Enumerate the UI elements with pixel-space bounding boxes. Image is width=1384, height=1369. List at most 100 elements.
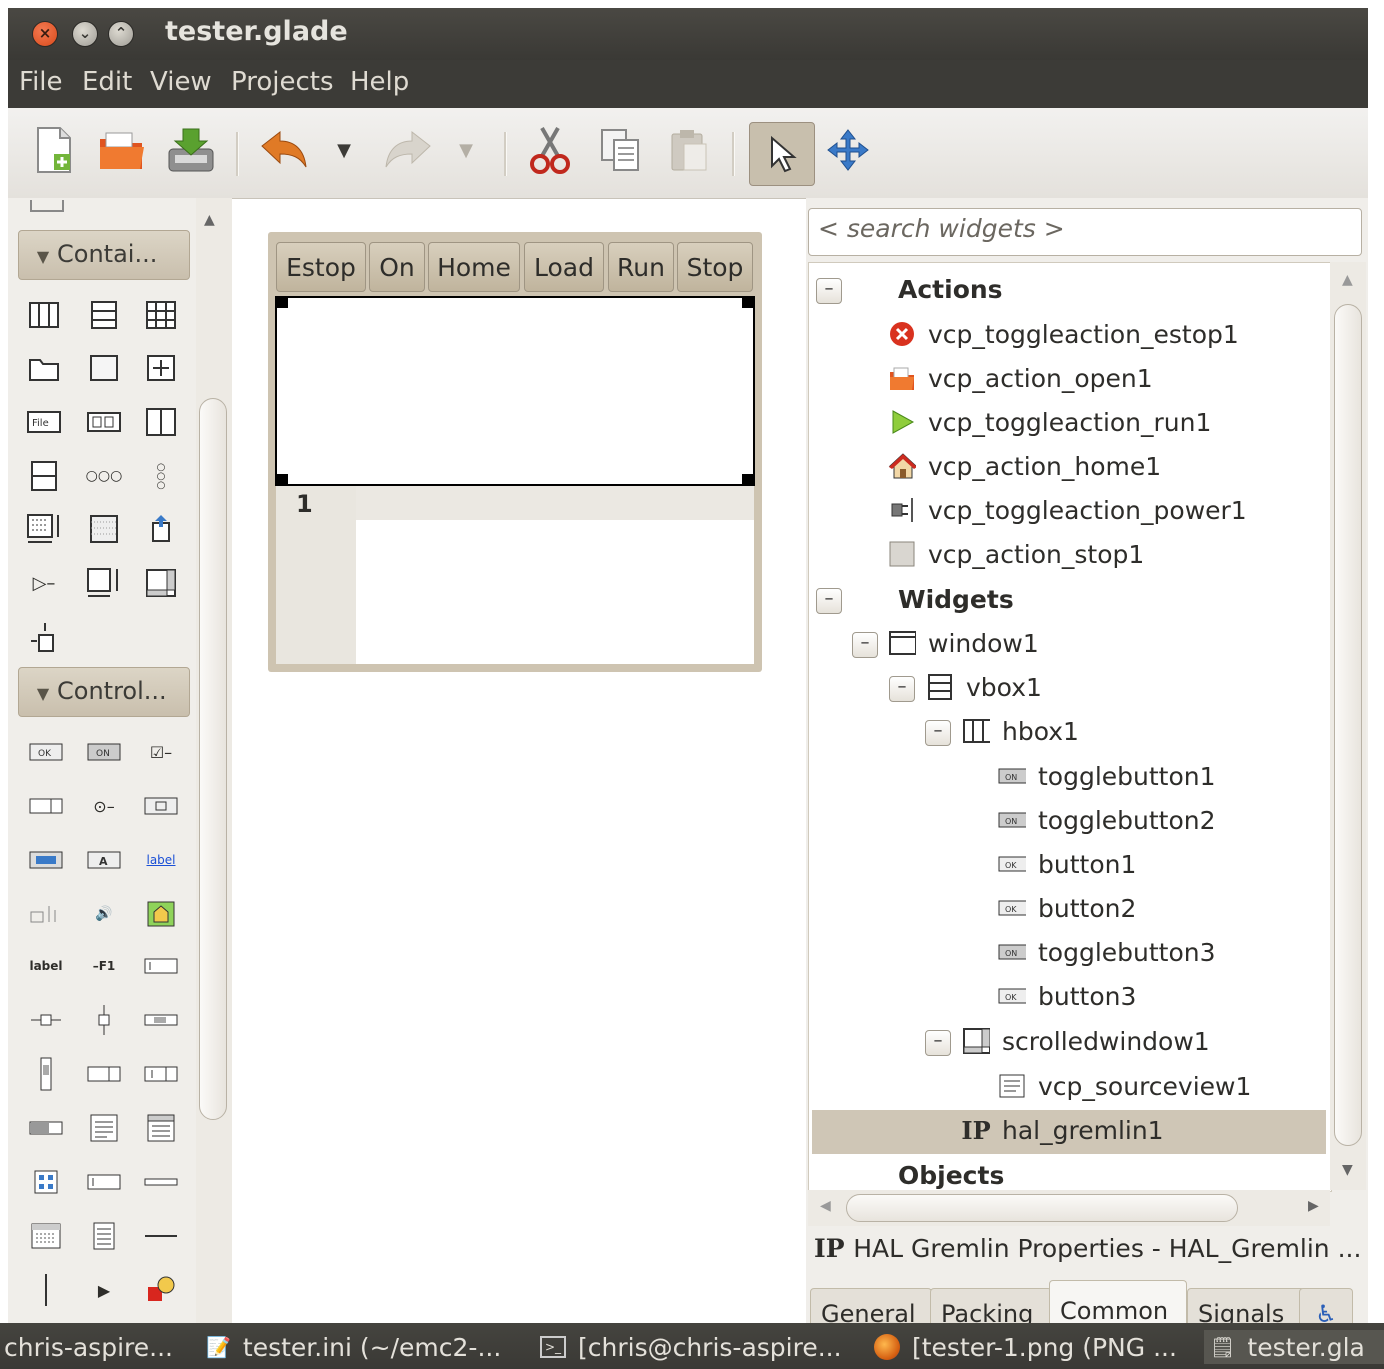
close-window-button[interactable]: × bbox=[32, 21, 58, 47]
collapse-widgets-button[interactable]: – bbox=[816, 588, 842, 614]
paste-button[interactable] bbox=[660, 122, 716, 178]
menu-view[interactable]: View bbox=[150, 67, 212, 97]
calendar-widget-icon[interactable] bbox=[26, 1216, 66, 1256]
combobox-widget-icon[interactable] bbox=[84, 1054, 124, 1094]
resize-handle[interactable] bbox=[276, 474, 288, 486]
undo-button[interactable] bbox=[256, 122, 312, 178]
save-button[interactable] bbox=[163, 122, 219, 178]
task-tester-glade[interactable]: 🗒 tester.gla bbox=[1204, 1330, 1384, 1364]
scrolledwindow-icon[interactable] bbox=[141, 563, 181, 603]
layout-icon[interactable] bbox=[24, 509, 64, 549]
task-chris-aspire[interactable]: chris-aspire... bbox=[4, 1330, 173, 1364]
vpaned-icon[interactable] bbox=[24, 456, 64, 496]
toolbar-widget-icon[interactable] bbox=[84, 402, 124, 442]
tree-item-action-stop[interactable]: vcp_action_stop1 bbox=[888, 532, 1144, 576]
vscrollbar-widget-icon[interactable] bbox=[26, 1054, 66, 1094]
collapse-hbox1-button[interactable]: – bbox=[925, 720, 951, 746]
entry-widget-icon[interactable] bbox=[26, 840, 66, 880]
tree-item-sourceview1[interactable]: vcp_sourceview1 bbox=[998, 1064, 1251, 1108]
accellabel-widget-icon[interactable]: –F1 bbox=[84, 946, 124, 986]
tree-item-action-power[interactable]: vcp_toggleaction_power1 bbox=[888, 488, 1247, 532]
palette-group-containers[interactable]: ▼ Contai... bbox=[18, 230, 190, 280]
spinbutton-widget-icon[interactable] bbox=[26, 786, 66, 826]
select-mode-button[interactable] bbox=[749, 122, 815, 186]
tree-item-hbox1[interactable]: hbox1 bbox=[962, 709, 1079, 753]
filechooser-button-icon[interactable] bbox=[141, 786, 181, 826]
menu-projects[interactable]: Projects bbox=[231, 67, 334, 97]
redo-button[interactable] bbox=[380, 122, 436, 178]
hscrollbar-widget-icon[interactable] bbox=[141, 1000, 181, 1040]
label-widget-icon[interactable]: label bbox=[26, 946, 66, 986]
linkbutton-widget-icon[interactable]: label bbox=[141, 840, 181, 880]
tree-hscroll-thumb[interactable] bbox=[846, 1194, 1238, 1222]
tree-vertical-scrollbar[interactable]: ▲ ▼ bbox=[1330, 262, 1366, 1190]
tree-item-action-open[interactable]: vcp_action_open1 bbox=[888, 356, 1153, 400]
tab-common[interactable]: Common bbox=[1049, 1280, 1187, 1329]
scrolled-layout-icon[interactable] bbox=[84, 563, 124, 603]
togglebutton-widget-icon[interactable]: ON bbox=[84, 732, 124, 772]
new-button[interactable] bbox=[26, 122, 82, 178]
design-button-home[interactable]: Home bbox=[428, 242, 520, 292]
frame-icon[interactable] bbox=[84, 348, 124, 388]
tree-item-button2[interactable]: OK button2 bbox=[998, 886, 1136, 930]
tree-item-button3[interactable]: OK button3 bbox=[998, 974, 1136, 1018]
expander-icon[interactable]: ▷– bbox=[24, 563, 64, 603]
tree-item-window1[interactable]: window1 bbox=[888, 621, 1039, 665]
tree-item-togglebutton1[interactable]: ON togglebutton1 bbox=[998, 754, 1216, 798]
design-button-estop[interactable]: Estop bbox=[276, 242, 366, 292]
event-box-icon[interactable] bbox=[24, 618, 64, 658]
statusbar-widget-icon[interactable] bbox=[84, 1162, 124, 1202]
palette-group-controls[interactable]: ▼ Control... bbox=[18, 667, 190, 717]
hbuttonbox-icon[interactable]: ○○○ bbox=[84, 456, 124, 496]
menu-file[interactable]: File bbox=[19, 67, 63, 97]
arrow-widget-icon[interactable]: ▶ bbox=[84, 1270, 124, 1310]
vbuttonbox-icon[interactable]: ○ ○ ○ bbox=[141, 456, 181, 496]
treeview-widget-icon[interactable] bbox=[141, 1108, 181, 1148]
undo-history-dropdown[interactable]: ▼ bbox=[324, 122, 364, 178]
scale-widget-icon[interactable] bbox=[26, 894, 66, 934]
task-tester-ini[interactable]: 📝 tester.ini (~/emc2-... bbox=[206, 1330, 501, 1364]
collapse-actions-button[interactable]: – bbox=[816, 278, 842, 304]
open-button[interactable] bbox=[94, 122, 150, 178]
resize-handle[interactable] bbox=[742, 474, 754, 486]
drag-resize-button[interactable] bbox=[820, 122, 876, 178]
tree-item-button1[interactable]: OK button1 bbox=[998, 842, 1136, 886]
tree-item-action-run[interactable]: vcp_toggleaction_run1 bbox=[888, 400, 1211, 444]
menu-edit[interactable]: Edit bbox=[82, 67, 132, 97]
tree-item-hal-gremlin1[interactable]: ⅠP hal_gremlin1 bbox=[961, 1108, 1163, 1152]
hseparator-widget-icon[interactable] bbox=[141, 1162, 181, 1202]
resize-handle[interactable] bbox=[742, 296, 754, 308]
fontbutton-widget-icon[interactable]: A bbox=[84, 840, 124, 880]
entry-text-widget-icon[interactable] bbox=[141, 946, 181, 986]
tree-item-action-estop[interactable]: vcp_toggleaction_estop1 bbox=[888, 312, 1239, 356]
checkbutton-widget-icon[interactable]: ☑– bbox=[141, 732, 181, 772]
sourceview-text-area[interactable] bbox=[356, 520, 754, 664]
button-widget-icon[interactable]: OK bbox=[26, 732, 66, 772]
design-button-load[interactable]: Load bbox=[524, 242, 604, 292]
tree-item-scrolledwindow1[interactable]: scrolledwindow1 bbox=[962, 1019, 1210, 1063]
hscale-widget-icon[interactable] bbox=[26, 1000, 66, 1040]
copy-button[interactable] bbox=[592, 122, 648, 178]
design-button-run[interactable]: Run bbox=[608, 242, 674, 292]
drawing-area-widget-icon[interactable] bbox=[141, 1270, 181, 1310]
collapse-vbox1-button[interactable]: – bbox=[889, 676, 915, 702]
progressbar-widget-icon[interactable] bbox=[26, 1108, 66, 1148]
notebook-icon[interactable] bbox=[24, 348, 64, 388]
collapse-scrolledwindow1-button[interactable]: – bbox=[925, 1030, 951, 1056]
textview-widget-icon[interactable] bbox=[84, 1108, 124, 1148]
viewport-icon[interactable] bbox=[84, 509, 124, 549]
hal-gremlin-selected[interactable] bbox=[275, 296, 755, 486]
resize-handle[interactable] bbox=[276, 296, 288, 308]
tree-horizontal-scrollbar[interactable]: ◀ ▶ bbox=[808, 1190, 1330, 1226]
maximize-window-button[interactable]: ⌃ bbox=[108, 21, 134, 47]
radiobutton-widget-icon[interactable]: ⊙– bbox=[84, 786, 124, 826]
fixed-icon[interactable] bbox=[141, 348, 181, 388]
palette-scroll-thumb[interactable] bbox=[199, 398, 227, 1120]
alignment-icon[interactable] bbox=[141, 509, 181, 549]
hline-widget-icon[interactable] bbox=[141, 1216, 181, 1256]
menubar-icon[interactable]: File bbox=[24, 402, 64, 442]
tree-item-vbox1[interactable]: vbox1 bbox=[926, 665, 1042, 709]
design-button-on[interactable]: On bbox=[369, 242, 425, 292]
task-terminal[interactable]: >_ [chris@chris-aspire... bbox=[540, 1330, 842, 1364]
table-icon[interactable] bbox=[141, 295, 181, 335]
